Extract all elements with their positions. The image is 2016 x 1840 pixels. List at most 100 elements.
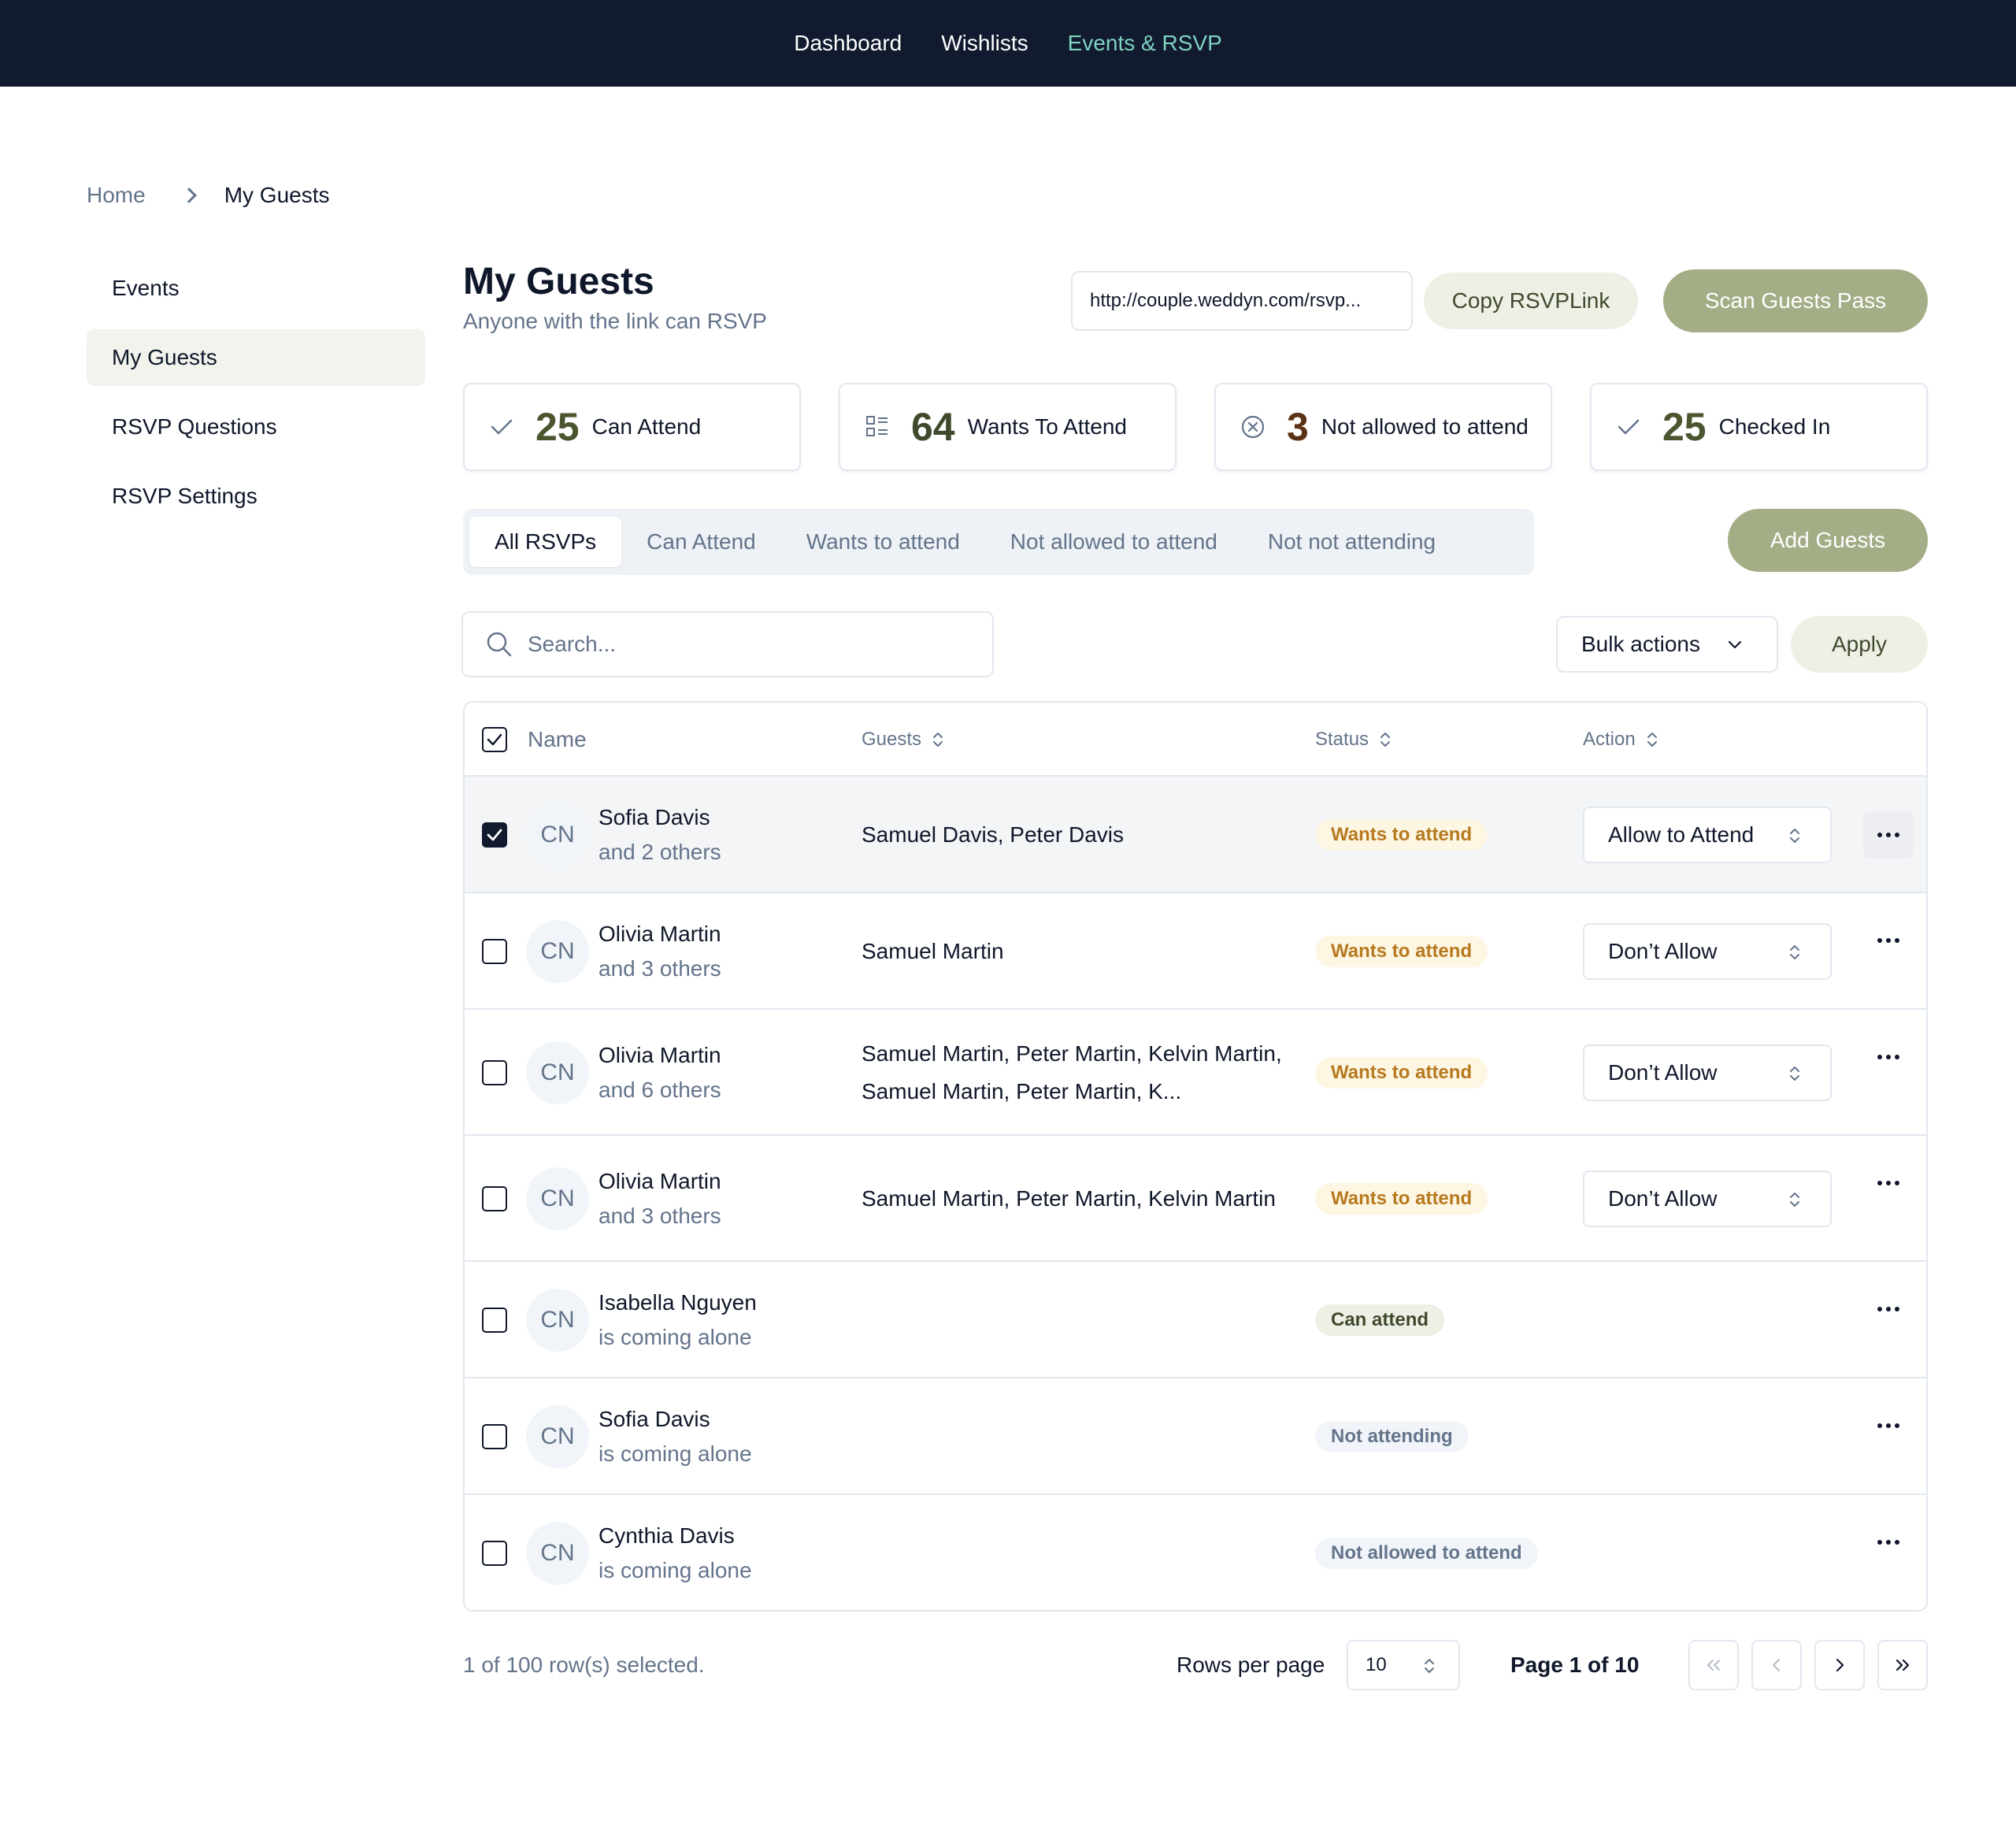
more-dots-icon [1886,1055,1891,1059]
stat-card-not-allowed: 3 Not allowed to attend [1214,383,1552,471]
nav-events-rsvp[interactable]: Events & RSVP [1068,31,1222,56]
action-select[interactable]: Allow to Attend [1583,807,1832,863]
sidebar-item-rsvp-questions[interactable]: RSVP Questions [87,399,425,455]
check-icon [488,414,515,440]
guest-name: Sofia Davis [598,805,710,829]
list-icon [864,414,891,440]
guest-companions: is coming alone [598,1558,752,1582]
stats-row: 25 Can Attend 64 Wants To Attend 3 Not a… [463,383,1928,471]
more-options-button[interactable] [1863,1519,1914,1566]
chevron-left-icon [1773,1659,1780,1671]
sidebar-item-my-guests[interactable]: My Guests [87,329,425,386]
more-dots-icon [1886,1423,1891,1428]
guest-name: Olivia Martin [598,1043,721,1067]
table-row[interactable]: CN Isabella Nguyen is coming alone Can atte… [465,1262,1926,1378]
more-options-button[interactable] [1863,1033,1914,1081]
last-page-button[interactable] [1877,1640,1928,1690]
more-options-button[interactable] [1863,1285,1914,1333]
double-chevron-left-icon [1707,1660,1720,1671]
tab-not-allowed[interactable]: Not allowed to attend [985,517,1243,567]
more-dots-icon [1886,938,1891,943]
action-select[interactable]: Don’t Allow [1583,923,1832,980]
column-action-label: Action [1583,729,1636,750]
guest-name: Isabella Nguyen [598,1290,757,1315]
row-checkbox[interactable] [482,939,507,964]
search-input[interactable] [528,632,969,657]
table-row[interactable]: CN Olivia Martin and 3 others Samuel Martin… [465,1136,1926,1262]
avatar: CN [526,1041,589,1104]
breadcrumb-home[interactable]: Home [87,183,146,208]
table-row[interactable]: CN Olivia Martin and 6 others Samuel Martin… [465,1010,1926,1136]
tab-can-attend[interactable]: Can Attend [621,517,781,567]
apply-button[interactable]: Apply [1791,616,1928,673]
guest-companions: is coming alone [598,1325,752,1349]
more-dots-icon [1877,1181,1882,1185]
nav-wishlists[interactable]: Wishlists [941,31,1028,56]
add-guests-button[interactable]: Add Guests [1728,509,1928,572]
column-header-guests[interactable]: Guests [862,703,943,777]
check-icon [1615,414,1642,440]
more-dots-icon [1886,1540,1891,1545]
row-checkbox[interactable] [482,822,507,848]
status-badge: Can attend [1315,1304,1445,1336]
chevron-down-icon [1728,640,1742,649]
row-checkbox[interactable] [482,1186,507,1211]
column-header-name: Name [528,727,587,751]
more-options-button[interactable] [1863,1159,1914,1207]
next-page-button[interactable] [1814,1640,1865,1690]
guest-list: Samuel Martin, Peter Martin, Kelvin Mart… [862,1041,1282,1104]
copy-rsvp-link-button[interactable]: Copy RSVPLink [1424,273,1638,329]
tab-not-attending[interactable]: Not not attending [1243,517,1461,567]
avatar: CN [526,920,589,983]
row-checkbox[interactable] [482,1541,507,1566]
status-badge: Not attending [1315,1421,1469,1452]
table-row[interactable]: CN Olivia Martin and 3 others Samuel Martin… [465,893,1926,1010]
rsvp-link-field[interactable]: http://couple.weddyn.com/rsvp... [1071,271,1413,331]
row-checkbox[interactable] [482,1308,507,1333]
more-options-button[interactable] [1863,1402,1914,1449]
scan-guests-pass-button[interactable]: Scan Guests Pass [1663,269,1928,332]
tab-all-rsvps[interactable]: All RSVPs [469,517,622,567]
sidebar: Events My Guests RSVP Questions RSVP Set… [87,260,425,537]
guest-name-block: Olivia Martin and 6 others [598,1038,721,1107]
page-indicator: Page 1 of 10 [1510,1653,1640,1677]
guest-list: Samuel Martin, Peter Martin, Kelvin Mart… [862,1186,1276,1211]
rows-per-page-value: 10 [1366,1654,1387,1675]
sidebar-item-events[interactable]: Events [87,260,425,317]
guest-name-block: Olivia Martin and 3 others [598,917,721,986]
row-checkbox[interactable] [482,1424,507,1449]
tab-wants-to-attend[interactable]: Wants to attend [781,517,985,567]
table-row[interactable]: CN Sofia Davis is coming alone Not attendin… [465,1378,1926,1495]
table-body: CN Sofia Davis and 2 others Samuel Davis, P… [465,777,1926,1610]
action-select-value: Don’t Allow [1608,939,1718,963]
chevron-up-down-icon [1790,1193,1799,1207]
action-select[interactable]: Don’t Allow [1583,1044,1832,1101]
guest-companions: and 6 others [598,1078,721,1102]
sidebar-item-rsvp-settings[interactable]: RSVP Settings [87,468,425,525]
chevron-right-icon [180,187,197,203]
more-dots-icon [1895,833,1899,837]
more-dots-icon [1877,1423,1882,1428]
more-options-button[interactable] [1863,917,1914,964]
column-header-status[interactable]: Status [1315,703,1391,777]
more-options-button[interactable] [1863,811,1914,859]
top-navbar: Dashboard Wishlists Events & RSVP [0,0,2016,87]
previous-page-button[interactable] [1751,1640,1802,1690]
more-dots-icon [1895,1181,1899,1185]
bulk-actions-select[interactable]: Bulk actions [1556,616,1778,673]
select-all-checkbox[interactable] [482,727,507,752]
action-select[interactable]: Don’t Allow [1583,1170,1832,1227]
rows-per-page-select[interactable]: 10 [1347,1640,1460,1690]
stat-card-wants-to-attend: 64 Wants To Attend [839,383,1177,471]
guest-companions: and 3 others [598,956,721,981]
more-dots-icon [1895,938,1899,943]
first-page-button[interactable] [1688,1640,1739,1690]
table-row[interactable]: CN Cynthia Davis is coming alone Not allowe… [465,1495,1926,1610]
column-header-action[interactable]: Action [1583,703,1658,777]
search-icon [487,632,512,657]
row-checkbox[interactable] [482,1060,507,1085]
table-row[interactable]: CN Sofia Davis and 2 others Samuel Davis, P… [465,777,1926,893]
chevron-up-down-icon [1790,1067,1799,1081]
nav-dashboard[interactable]: Dashboard [794,31,902,56]
x-circle-icon [1240,414,1266,440]
